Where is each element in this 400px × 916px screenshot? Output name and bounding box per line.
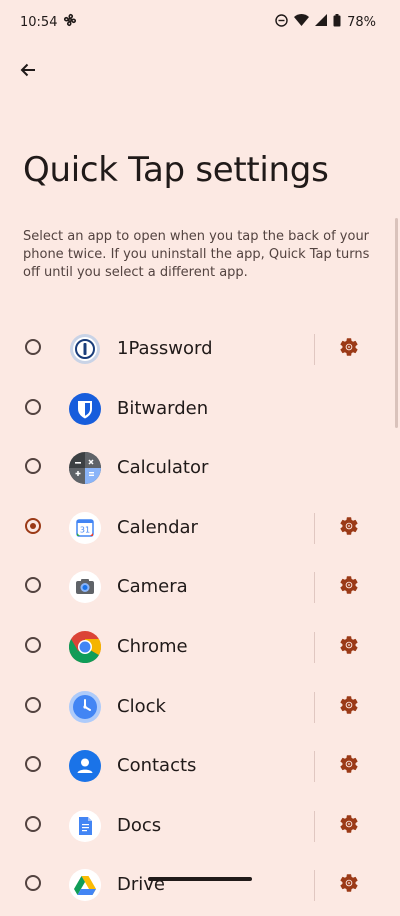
status-time: 10:54 (20, 14, 58, 30)
radio-button[interactable] (25, 517, 41, 534)
radio-button[interactable] (25, 756, 41, 773)
gesture-nav-bar[interactable] (148, 877, 252, 881)
arrow-back-icon (20, 63, 35, 77)
app-row-drive[interactable]: Drive (0, 856, 400, 916)
radio-button[interactable] (25, 339, 41, 355)
gear-icon (338, 515, 360, 541)
chrome-icon (69, 630, 101, 663)
camera-icon (69, 571, 101, 604)
divider (314, 810, 315, 842)
app-row-camera[interactable]: Camera (0, 558, 400, 618)
onepassword-icon (69, 333, 101, 365)
gear-icon (338, 336, 360, 362)
app-settings-button[interactable] (336, 753, 362, 779)
app-settings-button[interactable] (336, 872, 362, 898)
app-row-contacts[interactable]: Contacts (0, 737, 400, 797)
app-row-calendar[interactable]: 31 Calendar (0, 499, 400, 559)
calculator-icon (69, 452, 101, 485)
radio-button[interactable] (25, 398, 41, 415)
bitwarden-icon (69, 392, 101, 425)
app-name: Bitwarden (117, 397, 209, 419)
radio-button[interactable] (25, 636, 41, 653)
drive-icon (69, 869, 101, 902)
svg-text:31: 31 (80, 525, 90, 534)
gear-icon (338, 753, 360, 779)
radio-button[interactable] (25, 815, 41, 832)
fan-notification-icon (63, 13, 77, 31)
gear-icon (338, 634, 360, 660)
app-name: Calculator (117, 457, 209, 479)
app-name: Contacts (117, 755, 197, 777)
app-row-chrome[interactable]: Chrome (0, 618, 400, 678)
status-bar: 10:54 78% (0, 0, 400, 44)
app-name: 1Password (117, 338, 213, 359)
app-row-clock[interactable]: Clock (0, 678, 400, 738)
app-name: Camera (117, 576, 188, 598)
app-settings-button[interactable] (336, 813, 362, 839)
app-name: Docs (117, 814, 162, 836)
app-settings-button[interactable] (336, 515, 362, 541)
divider (314, 691, 315, 723)
page-title: Quick Tap settings (23, 150, 329, 190)
gear-icon (338, 872, 360, 898)
wifi-icon (294, 14, 310, 30)
app-list: 1Password Bitwarden Calculator 31 Calendar Ca… (0, 320, 400, 916)
divider (314, 631, 315, 663)
app-settings-button[interactable] (336, 336, 362, 362)
radio-button[interactable] (25, 458, 41, 475)
scrollbar[interactable] (395, 218, 398, 428)
app-row-calculator[interactable]: Calculator (0, 439, 400, 499)
app-settings-button[interactable] (336, 634, 362, 660)
battery-percent: 78% (347, 14, 376, 30)
app-settings-button[interactable] (336, 694, 362, 720)
page-description: Select an app to open when you tap the b… (23, 229, 370, 280)
status-left: 10:54 (20, 13, 77, 31)
gear-icon (338, 694, 360, 720)
docs-icon (69, 809, 101, 842)
app-name: Chrome (117, 635, 188, 657)
gear-icon (338, 574, 360, 600)
back-button[interactable] (14, 56, 42, 84)
do-not-disturb-icon (275, 13, 288, 31)
contacts-icon (69, 750, 101, 783)
app-settings-button[interactable] (336, 574, 362, 600)
battery-icon (333, 13, 341, 31)
divider (314, 751, 315, 783)
app-name: Clock (117, 695, 166, 717)
app-row-docs[interactable]: Docs (0, 797, 400, 857)
calendar-icon: 31 (69, 511, 101, 544)
divider (314, 572, 315, 604)
divider (314, 870, 315, 902)
radio-button[interactable] (25, 577, 41, 594)
gear-icon (338, 813, 360, 839)
cell-signal-icon (315, 14, 328, 30)
app-name: Calendar (117, 516, 198, 538)
app-row-1password[interactable]: 1Password (0, 320, 400, 380)
radio-button[interactable] (25, 696, 41, 713)
divider (314, 334, 315, 365)
clock-icon (69, 690, 101, 723)
status-right: 78% (275, 13, 376, 31)
app-row-bitwarden[interactable]: Bitwarden (0, 380, 400, 440)
divider (314, 512, 315, 544)
